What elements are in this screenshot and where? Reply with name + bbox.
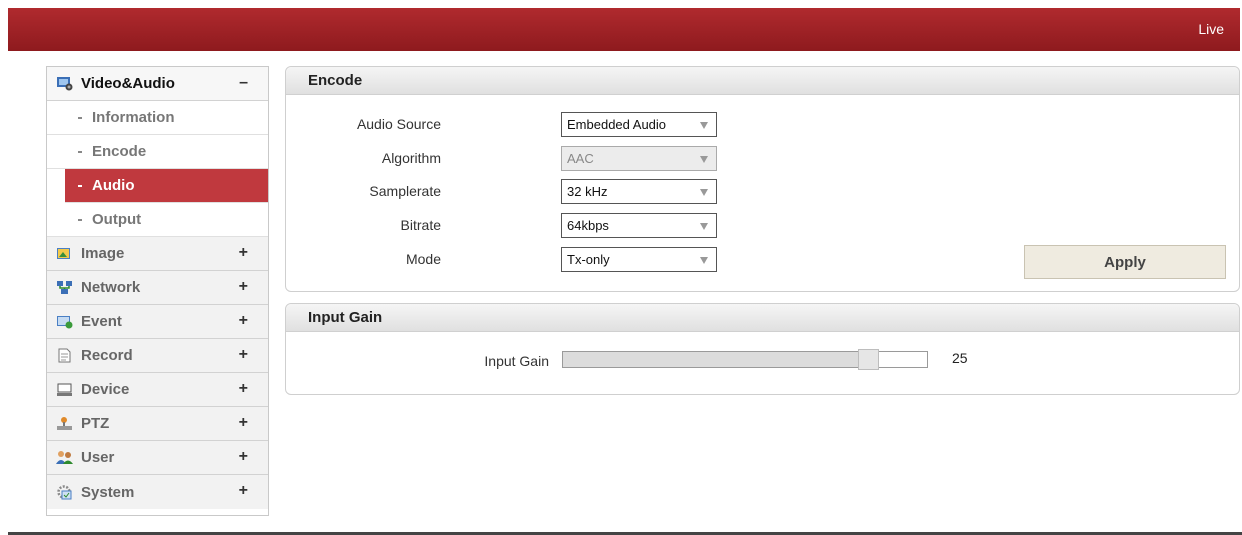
dropdown-arrow-icon — [700, 257, 708, 264]
expand-icon[interactable]: + — [239, 380, 248, 398]
dropdown-arrow-icon — [700, 156, 708, 163]
bullet-icon — [78, 150, 82, 153]
video-audio-icon — [55, 76, 73, 92]
audio-source-value: Embedded Audio — [567, 117, 667, 132]
input-gain-value: 25 — [952, 350, 968, 366]
sidebar-group-event[interactable]: Event + — [47, 305, 268, 339]
bullet-icon — [78, 218, 82, 221]
sidebar-group-label: Video&Audio — [81, 75, 175, 92]
encode-panel-title: Encode — [286, 67, 1239, 95]
bullet-icon — [78, 184, 82, 187]
sidebar-group-label: User — [81, 449, 115, 466]
top-bar: Live — [8, 8, 1240, 51]
samplerate-select[interactable]: 32 kHz — [561, 179, 717, 204]
algorithm-row: Algorithm AAC — [286, 146, 886, 172]
sidebar-item-label: Encode — [92, 143, 147, 160]
audio-source-label: Audio Source — [356, 116, 441, 132]
audio-source-row: Audio Source Embedded Audio — [286, 112, 886, 138]
sidebar-group-device[interactable]: Device + — [47, 373, 268, 407]
mode-row: Mode Tx-only — [286, 247, 886, 273]
audio-source-select[interactable]: Embedded Audio — [561, 112, 717, 137]
mode-value: Tx-only — [567, 252, 610, 267]
ptz-icon — [55, 416, 73, 432]
device-icon — [55, 382, 73, 398]
input-gain-slider-fill — [563, 352, 869, 367]
sidebar-group-label: PTZ — [81, 415, 110, 432]
expand-icon[interactable]: + — [239, 346, 248, 364]
sidebar-item-output[interactable]: Output — [47, 203, 268, 237]
sidebar-group-image[interactable]: Image + — [47, 237, 268, 271]
sidebar-group-record[interactable]: Record + — [47, 339, 268, 373]
dropdown-arrow-icon — [700, 189, 708, 196]
expand-icon[interactable]: + — [239, 312, 248, 330]
sidebar-group-user[interactable]: User + — [47, 441, 268, 475]
apply-button[interactable]: Apply — [1024, 245, 1226, 279]
user-icon — [55, 450, 73, 466]
sidebar-group-label: System — [81, 483, 135, 501]
expand-icon[interactable]: + — [239, 414, 248, 432]
bitrate-label: Bitrate — [400, 217, 441, 233]
bullet-icon — [78, 116, 82, 119]
input-gain-panel-title: Input Gain — [286, 304, 1239, 332]
dropdown-arrow-icon — [700, 223, 708, 230]
mode-select[interactable]: Tx-only — [561, 247, 717, 272]
network-icon — [55, 280, 73, 296]
sidebar-group-label: Image — [81, 245, 125, 262]
sidebar-menu: Video&Audio – Information Encode Audio O… — [46, 66, 269, 516]
algorithm-value: AAC — [567, 151, 594, 166]
mode-label: Mode — [405, 251, 441, 267]
samplerate-label: Samplerate — [369, 183, 441, 199]
bitrate-value: 64kbps — [567, 218, 609, 233]
sidebar-item-audio[interactable]: Audio — [65, 169, 268, 203]
system-icon — [55, 484, 73, 500]
live-link[interactable]: Live — [1198, 21, 1224, 37]
sidebar-group-label: Network — [81, 279, 141, 296]
samplerate-value: 32 kHz — [567, 184, 608, 199]
input-gain-label: Input Gain — [484, 353, 549, 369]
input-gain-slider[interactable] — [562, 349, 928, 370]
expand-icon[interactable]: + — [239, 448, 248, 466]
sidebar-item-encode[interactable]: Encode — [47, 135, 268, 169]
input-gain-slider-handle[interactable] — [858, 349, 879, 370]
sidebar-group-label: Device — [81, 381, 130, 398]
expand-icon[interactable]: + — [239, 244, 248, 262]
sidebar-group-system[interactable]: System + — [47, 475, 268, 509]
sidebar-group-video-audio[interactable]: Video&Audio – — [47, 67, 268, 101]
samplerate-row: Samplerate 32 kHz — [286, 179, 886, 205]
sidebar-group-label: Event — [81, 313, 122, 330]
encode-panel: Encode Audio Source Embedded Audio Algor… — [285, 66, 1240, 292]
event-icon — [55, 314, 73, 330]
image-icon — [55, 246, 73, 262]
sidebar-group-network[interactable]: Network + — [47, 271, 268, 305]
sidebar-group-ptz[interactable]: PTZ + — [47, 407, 268, 441]
sidebar-item-label: Information — [92, 109, 175, 126]
collapse-icon[interactable]: – — [239, 74, 248, 92]
expand-icon[interactable]: + — [239, 278, 248, 296]
sidebar-item-information[interactable]: Information — [47, 101, 268, 135]
algorithm-select: AAC — [561, 146, 717, 171]
input-gain-panel: Input Gain Input Gain 25 — [285, 303, 1240, 395]
expand-icon[interactable]: + — [239, 482, 248, 500]
sidebar-item-label: Audio — [92, 177, 135, 194]
bitrate-select[interactable]: 64kbps — [561, 213, 717, 238]
dropdown-arrow-icon — [700, 122, 708, 129]
sidebar-group-label: Record — [81, 347, 133, 364]
bitrate-row: Bitrate 64kbps — [286, 213, 886, 239]
algorithm-label: Algorithm — [381, 150, 441, 166]
sidebar-item-label: Output — [92, 211, 142, 228]
record-icon — [55, 348, 73, 364]
